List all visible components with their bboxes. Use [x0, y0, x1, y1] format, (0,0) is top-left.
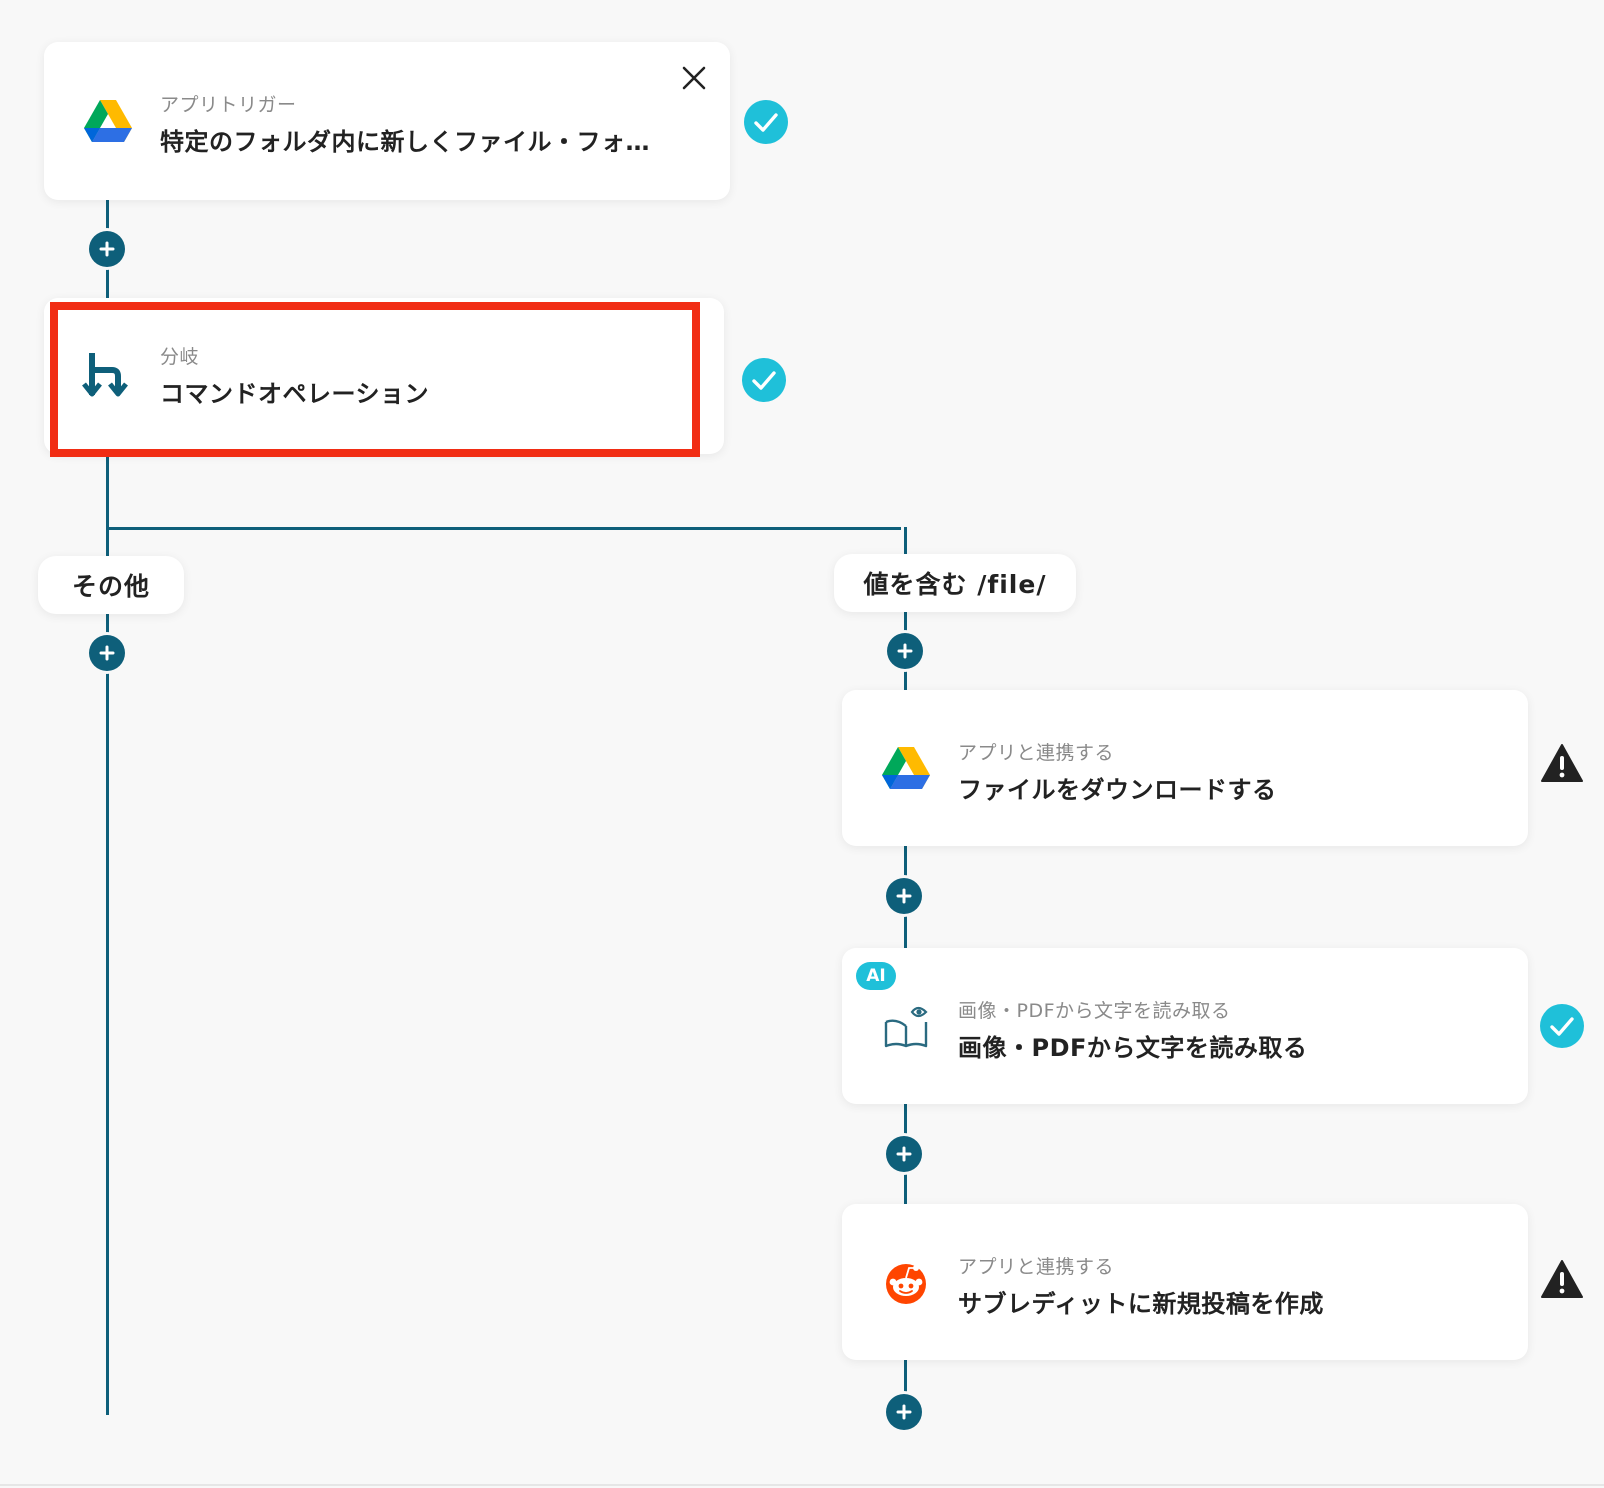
download-file-card[interactable]: アプリと連携する ファイルをダウンロードする [842, 690, 1528, 846]
check-status-icon [742, 358, 786, 402]
card-subtitle: 分岐 [160, 346, 200, 368]
check-status-icon [744, 100, 788, 144]
card-subtitle: アプリトリガー [160, 94, 297, 116]
card-title: 画像・PDFから文字を読み取る [958, 1034, 1308, 1062]
google-drive-icon [882, 744, 930, 792]
google-drive-icon [84, 97, 132, 145]
ocr-card[interactable]: AI 画像・PDFから文字を読み取る 画像・PDFから文字を読み取る [842, 948, 1528, 1104]
reddit-post-card[interactable]: アプリと連携する サブレディットに新規投稿を作成 [842, 1204, 1528, 1360]
trigger-card[interactable]: アプリトリガー 特定のフォルダ内に新しくファイル・フォ… [44, 42, 730, 200]
card-subtitle: 画像・PDFから文字を読み取る [958, 1000, 1231, 1022]
flow-canvas: アプリトリガー 特定のフォルダ内に新しくファイル・フォ… 分岐 コマンドオペレー… [0, 0, 1604, 1488]
card-subtitle: アプリと連携する [958, 1256, 1115, 1278]
add-step-button[interactable] [886, 1136, 922, 1172]
connector-line [904, 527, 907, 557]
add-step-button[interactable] [887, 633, 923, 669]
branch-card[interactable]: 分岐 コマンドオペレーション [44, 298, 724, 454]
connector-line [106, 527, 901, 530]
reddit-icon [882, 1258, 930, 1306]
card-title: ファイルをダウンロードする [958, 776, 1277, 804]
card-subtitle: アプリと連携する [958, 742, 1115, 764]
check-status-icon [1540, 1004, 1584, 1048]
branch-icon [82, 352, 130, 400]
add-step-button[interactable] [89, 231, 125, 267]
branch-label-contains[interactable]: 値を含む /file/ [834, 554, 1076, 612]
add-step-button[interactable] [886, 878, 922, 914]
branch-label-other[interactable]: その他 [38, 556, 184, 614]
add-step-button[interactable] [89, 635, 125, 671]
warning-status-icon [1540, 742, 1584, 786]
book-eye-icon [882, 1002, 930, 1050]
add-step-button[interactable] [886, 1394, 922, 1430]
card-title: サブレディットに新規投稿を作成 [958, 1290, 1324, 1318]
card-title: 特定のフォルダ内に新しくファイル・フォ… [160, 128, 650, 156]
bottom-divider [0, 1484, 1604, 1486]
warning-status-icon [1540, 1258, 1584, 1302]
close-icon[interactable] [680, 64, 708, 92]
ai-badge: AI [856, 962, 896, 990]
card-title: コマンドオペレーション [160, 380, 430, 408]
